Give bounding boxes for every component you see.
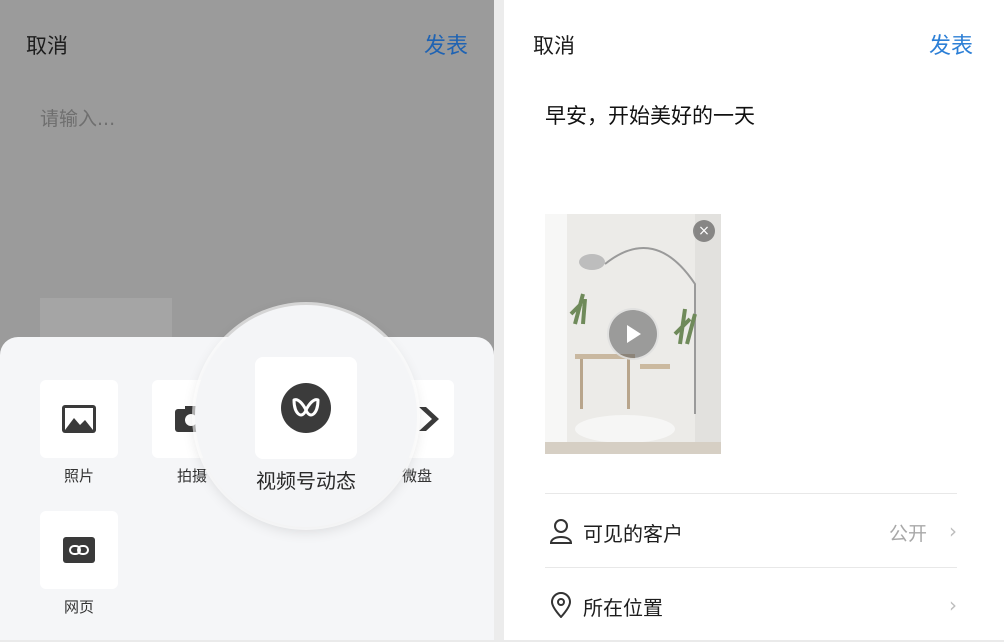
chevron-right-icon: › (949, 593, 957, 617)
left-header: 取消 发表 (0, 30, 494, 62)
left-panel: 取消 发表 请输入... 照片 拍摄 微盘 网页 视频号动态 (0, 0, 494, 640)
visibility-value: 公开 (888, 523, 927, 545)
chevron-right-icon: › (949, 519, 957, 543)
remove-video-button[interactable]: × (693, 220, 715, 242)
link-icon (63, 537, 95, 563)
person-icon (549, 519, 573, 544)
channels-icon (281, 383, 331, 433)
visible-customers-row[interactable]: 可见的客户 公开 › (545, 493, 957, 568)
cancel-button[interactable]: 取消 (26, 30, 68, 60)
photo-tile[interactable] (40, 380, 118, 458)
post-text[interactable]: 早安，开始美好的一天 (545, 100, 755, 130)
image-icon (62, 405, 96, 433)
cancel-button[interactable]: 取消 (533, 30, 575, 60)
webpage-label: 网页 (63, 598, 94, 616)
channels-highlight-bubble: 视频号动态 (195, 305, 417, 527)
play-icon (627, 325, 641, 343)
channels-label: 视频号动态 (256, 469, 356, 493)
play-button[interactable] (607, 308, 659, 360)
photo-label: 照片 (63, 467, 94, 485)
webpage-tile[interactable] (40, 511, 118, 589)
post-input[interactable]: 请输入... (40, 104, 115, 131)
publish-button[interactable]: 发表 (424, 28, 468, 60)
right-panel: 取消 发表 早安，开始美好的一天 × 可见的客户 公开 › 所在位置 › (504, 0, 1004, 640)
visible-customers-label: 可见的客户 (583, 522, 683, 546)
panel-divider (494, 0, 504, 640)
channels-tile[interactable] (255, 357, 357, 459)
location-label: 所在位置 (583, 596, 663, 620)
publish-button[interactable]: 发表 (929, 28, 973, 60)
location-icon (550, 592, 572, 618)
video-thumbnail[interactable]: × (545, 214, 721, 454)
location-row[interactable]: 所在位置 › (545, 567, 957, 642)
